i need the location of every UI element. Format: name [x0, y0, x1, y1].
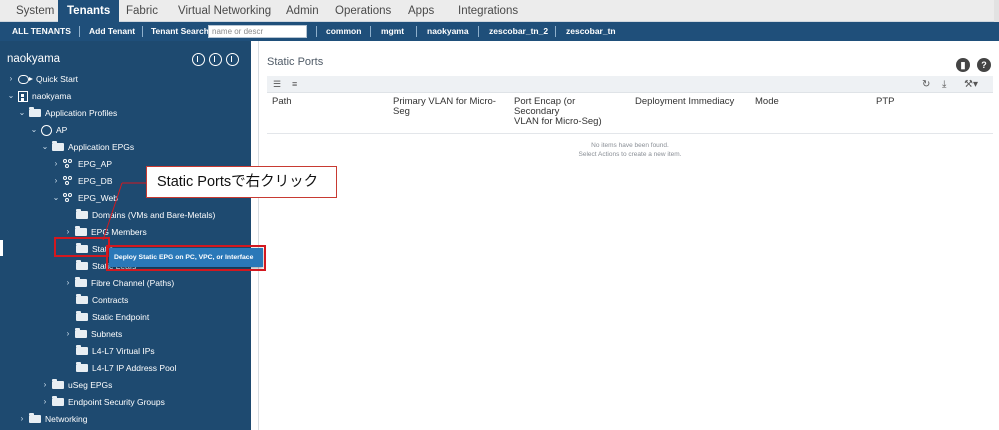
- instruction-callout: Static Portsで右クリック: [146, 166, 337, 198]
- callout-connector: [102, 182, 146, 241]
- highlight-static-ports: [54, 237, 110, 257]
- highlight-context-menu: [106, 245, 266, 271]
